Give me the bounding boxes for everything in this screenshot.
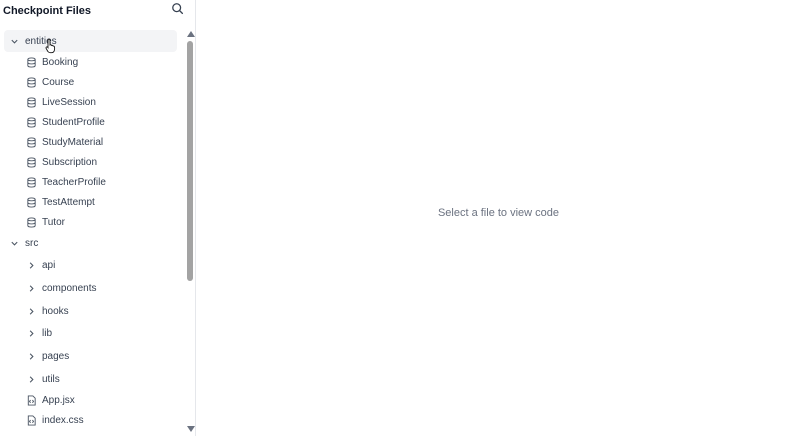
file-sidebar: Checkpoint Files entities Booking Course…	[0, 0, 196, 436]
folder-label: hooks	[42, 305, 69, 317]
chevron-right-icon	[26, 328, 36, 338]
folder-label: utils	[42, 373, 60, 385]
database-icon	[25, 56, 37, 68]
tree-folder-lib[interactable]: lib	[0, 323, 184, 343]
chevron-down-icon	[9, 36, 19, 46]
sidebar-title: Checkpoint Files	[3, 5, 92, 17]
file-label: Course	[42, 76, 75, 88]
chevron-right-icon	[26, 283, 36, 293]
scroll-down-arrow-icon[interactable]	[187, 426, 195, 432]
code-file-icon	[25, 414, 37, 426]
chevron-right-icon	[26, 374, 36, 384]
file-label: TestAttempt	[42, 196, 95, 208]
tree-file-course[interactable]: Course	[0, 72, 184, 92]
folder-label: api	[42, 259, 56, 271]
database-icon	[25, 116, 37, 128]
tree-file-teacherprofile[interactable]: TeacherProfile	[0, 172, 184, 192]
chevron-right-icon	[26, 306, 36, 316]
search-icon	[171, 2, 184, 20]
folder-label: pages	[42, 350, 70, 362]
file-label: Tutor	[42, 216, 65, 228]
tree-file-livesession[interactable]: LiveSession	[0, 92, 184, 112]
file-label: App.jsx	[42, 394, 75, 406]
code-file-icon	[25, 394, 37, 406]
tree-file-app-jsx[interactable]: App.jsx	[0, 390, 184, 410]
file-label: StudyMaterial	[42, 136, 104, 148]
chevron-right-icon	[26, 260, 36, 270]
tree-file-subscription[interactable]: Subscription	[0, 152, 184, 172]
sidebar-header: Checkpoint Files	[0, 0, 195, 24]
scroll-thumb[interactable]	[187, 41, 193, 281]
database-icon	[25, 96, 37, 108]
database-icon	[25, 156, 37, 168]
file-label: TeacherProfile	[42, 176, 106, 188]
chevron-right-icon	[26, 351, 36, 361]
database-icon	[25, 136, 37, 148]
sidebar-scrollbar[interactable]	[184, 30, 195, 436]
file-label: StudentProfile	[42, 116, 105, 128]
tree-folder-entities[interactable]: entities	[4, 30, 177, 52]
chevron-down-icon	[9, 238, 19, 248]
checkpoint-files-app: Checkpoint Files entities Booking Course…	[0, 0, 800, 436]
file-label: Booking	[42, 56, 79, 68]
folder-label: src	[25, 237, 39, 249]
hand-pointer-cursor-icon	[45, 38, 57, 54]
tree-file-testattempt[interactable]: TestAttempt	[0, 192, 184, 212]
tree-file-tutor[interactable]: Tutor	[0, 212, 184, 232]
database-icon	[25, 196, 37, 208]
tree-file-index-css[interactable]: index.css	[0, 410, 184, 430]
tree-folder-hooks[interactable]: hooks	[0, 301, 184, 321]
search-button[interactable]	[167, 1, 187, 21]
tree-folder-utils[interactable]: utils	[0, 369, 184, 389]
folder-label: components	[42, 282, 97, 294]
tree-file-studentprofile[interactable]: StudentProfile	[0, 112, 184, 132]
database-icon	[25, 216, 37, 228]
tree-folder-components[interactable]: components	[0, 278, 184, 298]
tree-folder-pages[interactable]: pages	[0, 346, 184, 366]
tree-folder-api[interactable]: api	[0, 255, 184, 275]
file-label: LiveSession	[42, 96, 96, 108]
folder-label: lib	[42, 327, 53, 339]
empty-state-message: Select a file to view code	[437, 207, 560, 219]
file-label: Subscription	[42, 156, 98, 168]
code-viewer-area: Select a file to view code	[197, 0, 800, 436]
tree-file-studymaterial[interactable]: StudyMaterial	[0, 132, 184, 152]
scroll-up-arrow-icon[interactable]	[187, 31, 195, 37]
file-label: index.css	[42, 414, 84, 426]
database-icon	[25, 176, 37, 188]
tree-folder-src[interactable]: src	[0, 233, 184, 253]
database-icon	[25, 76, 37, 88]
tree-file-booking[interactable]: Booking	[0, 52, 184, 72]
